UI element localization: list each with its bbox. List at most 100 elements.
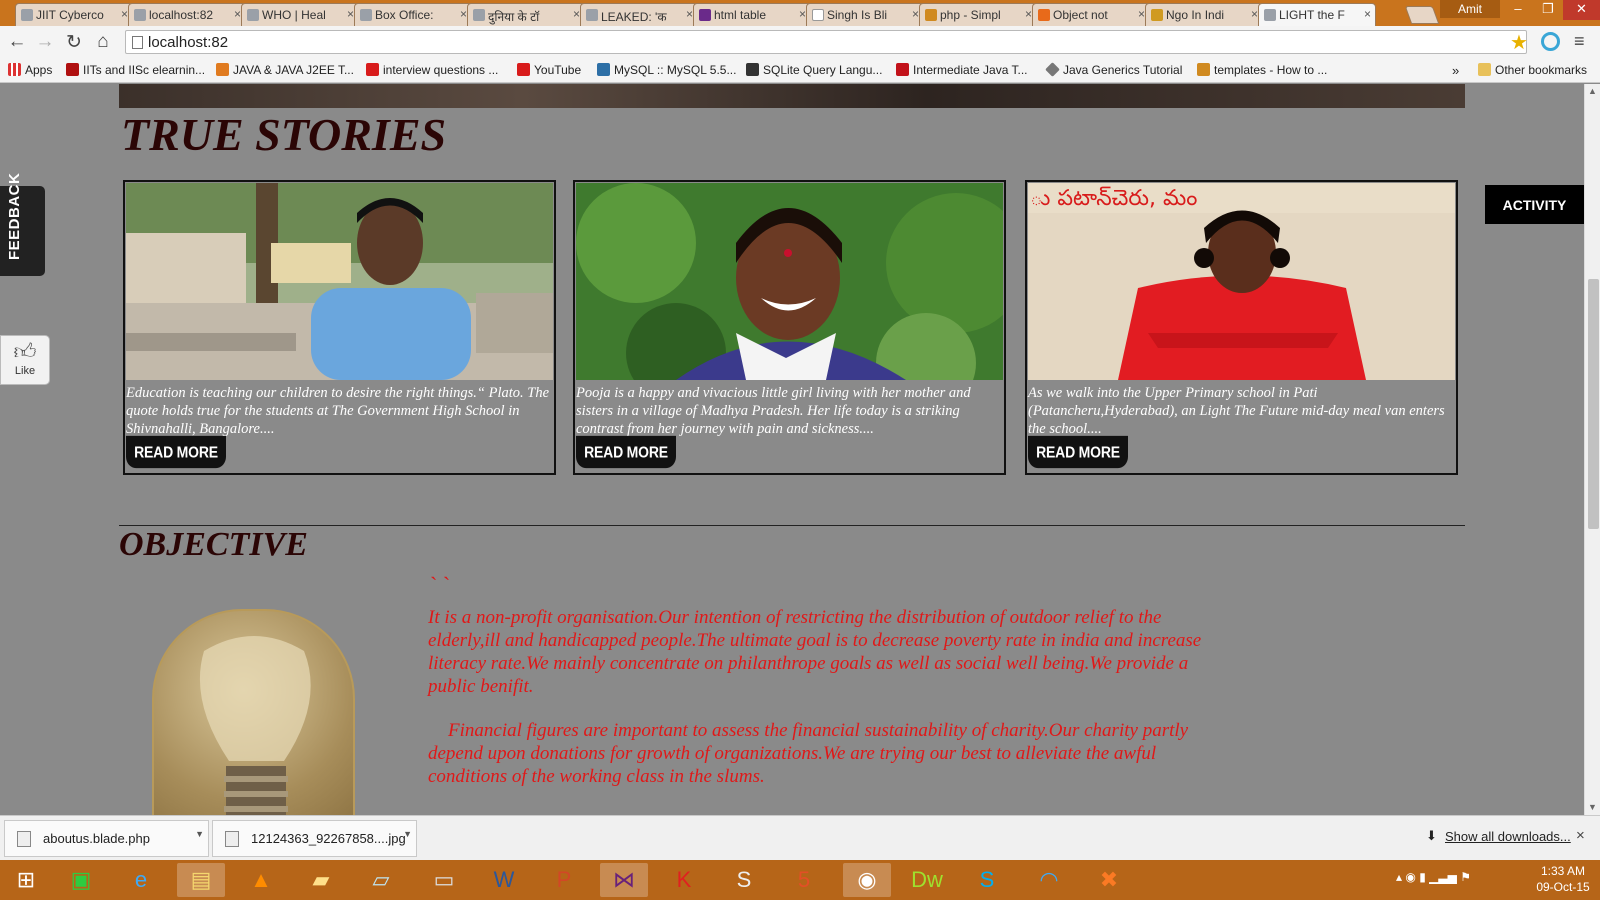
bookmark-label: interview questions ... bbox=[383, 63, 499, 77]
download-item[interactable]: aboutus.blade.php ▼ bbox=[4, 820, 209, 857]
skype-icon[interactable]: S bbox=[963, 863, 1011, 897]
close-tab-icon[interactable]: × bbox=[912, 7, 919, 21]
chrome-icon[interactable]: ◉ bbox=[843, 863, 891, 897]
facebook-like-button[interactable]: 👍︎ Like bbox=[0, 335, 50, 385]
close-tab-icon[interactable]: × bbox=[573, 7, 580, 21]
close-tab-icon[interactable]: × bbox=[234, 7, 241, 21]
browser-tab[interactable]: Ngo In Indi × bbox=[1145, 3, 1263, 26]
bookmark-item[interactable]: Apps bbox=[8, 63, 52, 77]
html5-icon[interactable]: 5 bbox=[780, 863, 828, 897]
internet-explorer-icon[interactable]: e bbox=[117, 863, 165, 897]
bookmark-item[interactable]: YouTube bbox=[517, 63, 581, 77]
activity-button[interactable]: ACTIVITY bbox=[1485, 185, 1584, 224]
store-icon[interactable]: ▣ bbox=[57, 863, 105, 897]
bookmark-star-icon[interactable]: ★ bbox=[1510, 30, 1528, 55]
network-signal-icon[interactable]: ▁▃▅ bbox=[1429, 870, 1457, 884]
word-icon[interactable]: W bbox=[480, 863, 528, 897]
sublime-text-icon[interactable]: S bbox=[720, 863, 768, 897]
notepad-icon[interactable]: ▱ bbox=[357, 863, 405, 897]
bookmark-item[interactable]: Intermediate Java T... bbox=[896, 63, 1028, 77]
bookmark-item[interactable]: MySQL :: MySQL 5.5... bbox=[597, 63, 736, 77]
browser-tab[interactable]: php - Simpl × bbox=[919, 3, 1037, 26]
close-icon[interactable]: × bbox=[1576, 827, 1585, 844]
close-window-icon[interactable]: ✕ bbox=[1563, 0, 1600, 20]
windows-start-icon[interactable]: ⊞ bbox=[2, 863, 50, 897]
browser-tab[interactable]: WHO | Heal × bbox=[241, 3, 359, 26]
visual-studio-icon[interactable]: ⋈ bbox=[600, 863, 648, 897]
browser-menu-icon[interactable]: ≡ bbox=[1574, 31, 1585, 52]
home-icon[interactable]: ⌂ bbox=[92, 31, 114, 53]
bookmark-item[interactable]: interview questions ... bbox=[366, 63, 498, 77]
download-item[interactable]: 12124363_92267858....jpg ▼ bbox=[212, 820, 417, 857]
scroll-down-icon[interactable]: ▼ bbox=[1588, 802, 1597, 812]
reload-icon[interactable]: ↻ bbox=[63, 31, 85, 54]
file-explorer-icon[interactable]: ▤ bbox=[177, 863, 225, 897]
download-filename: 12124363_92267858....jpg bbox=[251, 831, 406, 846]
read-more-button[interactable]: READ MORE bbox=[1028, 435, 1128, 469]
minimize-icon[interactable]: – bbox=[1503, 0, 1533, 20]
bookmark-item[interactable]: JAVA & JAVA J2EE T... bbox=[216, 63, 354, 77]
tab-label: html table bbox=[714, 8, 767, 22]
extension-icon[interactable] bbox=[1541, 32, 1560, 51]
chrome-tray-icon[interactable]: ◉ bbox=[1405, 870, 1415, 884]
browser-tab[interactable]: Singh Is Bli × bbox=[806, 3, 924, 26]
wifi-icon[interactable]: ◠ bbox=[1025, 863, 1073, 897]
youtube-icon bbox=[517, 63, 530, 76]
scrollbar-thumb[interactable] bbox=[1588, 279, 1599, 529]
close-tab-icon[interactable]: × bbox=[1138, 7, 1145, 21]
xampp-icon[interactable]: ✖ bbox=[1085, 863, 1133, 897]
bookmark-item[interactable]: Java Generics Tutorial bbox=[1045, 62, 1182, 77]
show-all-downloads-link[interactable]: Show all downloads... bbox=[1445, 829, 1571, 844]
page-scrollbar[interactable]: ▲ ▼ bbox=[1584, 84, 1600, 815]
other-bookmarks-folder[interactable]: Other bookmarks bbox=[1478, 63, 1587, 77]
chevron-down-icon[interactable]: ▼ bbox=[403, 829, 412, 839]
browser-tab[interactable]: JIIT Cyberco × bbox=[15, 3, 133, 26]
kaspersky-icon[interactable]: K bbox=[660, 863, 708, 897]
profile-user-name[interactable]: Amit bbox=[1440, 0, 1500, 18]
bookmark-item[interactable]: IITs and IISc elearnin... bbox=[66, 63, 205, 77]
browser-tab-active[interactable]: LIGHT the F × bbox=[1258, 3, 1376, 27]
bookmarks-overflow-button[interactable]: » bbox=[1452, 63, 1459, 78]
scroll-up-icon[interactable]: ▲ bbox=[1588, 86, 1597, 96]
bookmark-item[interactable]: templates - How to ... bbox=[1197, 63, 1327, 77]
system-clock[interactable]: 1:33 AM 09-Oct-15 bbox=[1528, 863, 1598, 895]
new-tab-button[interactable] bbox=[1404, 6, 1440, 24]
back-arrow-icon[interactable]: ← bbox=[6, 31, 28, 53]
vlc-icon[interactable]: ▲ bbox=[237, 863, 285, 897]
close-tab-icon[interactable]: × bbox=[1025, 7, 1032, 21]
feedback-tab-button[interactable]: FEEDBACK bbox=[0, 173, 45, 276]
powerpoint-icon[interactable]: P bbox=[540, 863, 588, 897]
system-tray[interactable]: ▴ ◉ ▮ ▁▃▅ ⚑ bbox=[1396, 870, 1471, 884]
forward-arrow-icon[interactable]: → bbox=[34, 31, 56, 53]
story-photo-svg: ు పటాన్‌చెరు, మం bbox=[1028, 183, 1455, 380]
close-tab-icon[interactable]: × bbox=[460, 7, 467, 21]
dreamweaver-icon[interactable]: Dw bbox=[903, 863, 951, 897]
maximize-icon[interactable]: ❐ bbox=[1533, 0, 1563, 20]
tab-favicon-icon bbox=[1264, 9, 1276, 21]
folder-icon[interactable]: ▰ bbox=[297, 863, 345, 897]
close-tab-icon[interactable]: × bbox=[1364, 7, 1371, 21]
flag-icon[interactable]: ⚑ bbox=[1460, 870, 1471, 884]
chevron-down-icon[interactable]: ▼ bbox=[195, 829, 204, 839]
browser-tab[interactable]: Box Office: × bbox=[354, 3, 472, 26]
story-caption: Pooja is a happy and vivacious little gi… bbox=[576, 385, 971, 437]
read-more-button[interactable]: READ MORE bbox=[576, 435, 676, 469]
close-tab-icon[interactable]: × bbox=[121, 7, 128, 21]
close-tab-icon[interactable]: × bbox=[347, 7, 354, 21]
story-caption: Education is teaching our children to de… bbox=[126, 385, 550, 437]
command-prompt-icon[interactable]: ▭ bbox=[420, 863, 468, 897]
close-tab-icon[interactable]: × bbox=[686, 7, 693, 21]
sqlite-icon bbox=[746, 63, 759, 76]
tray-arrow-icon[interactable]: ▴ bbox=[1396, 870, 1402, 884]
browser-tab[interactable]: LEAKED: 'क × bbox=[580, 3, 698, 26]
browser-tab[interactable]: localhost:82 × bbox=[128, 3, 246, 26]
url-input[interactable]: localhost:82 bbox=[125, 30, 1527, 54]
bookmark-item[interactable]: SQLite Query Langu... bbox=[746, 63, 882, 77]
browser-tab[interactable]: दुनिया के टॉ × bbox=[467, 3, 585, 26]
close-tab-icon[interactable]: × bbox=[799, 7, 806, 21]
close-tab-icon[interactable]: × bbox=[1251, 7, 1258, 21]
browser-tab[interactable]: html table × bbox=[693, 3, 811, 26]
read-more-button[interactable]: READ MORE bbox=[126, 435, 226, 469]
browser-tab[interactable]: Object not × bbox=[1032, 3, 1150, 26]
battery-icon[interactable]: ▮ bbox=[1419, 870, 1426, 884]
